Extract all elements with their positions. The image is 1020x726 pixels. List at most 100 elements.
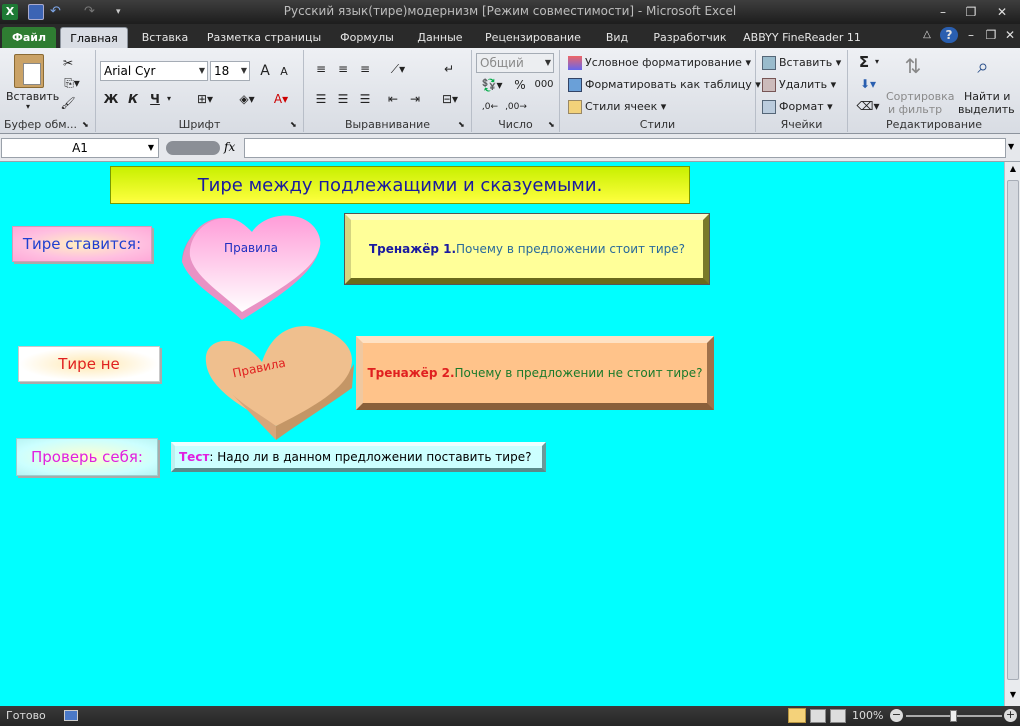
tab-review[interactable]: Рецензирование bbox=[478, 27, 588, 48]
fill-icon[interactable]: ⬇▾ bbox=[854, 75, 882, 93]
doc-close-icon[interactable]: ✕ bbox=[1002, 27, 1018, 43]
align-bottom-icon[interactable]: ≡ bbox=[356, 60, 374, 78]
conditional-formatting-button[interactable]: Условное форматирование ▾ bbox=[568, 56, 751, 70]
tab-file[interactable]: Файл bbox=[2, 27, 56, 48]
tab-view[interactable]: Вид bbox=[594, 27, 640, 48]
format-painter-icon[interactable]: 🖌 bbox=[58, 94, 78, 112]
scroll-down-icon[interactable]: ▼ bbox=[1007, 690, 1019, 702]
rule-box-2[interactable]: Тире не bbox=[18, 346, 160, 382]
help-icon[interactable]: ? bbox=[940, 27, 958, 43]
align-middle-icon[interactable]: ≡ bbox=[334, 60, 352, 78]
zoom-slider-thumb[interactable] bbox=[950, 710, 957, 722]
close-icon[interactable]: ✕ bbox=[988, 4, 1016, 20]
find-select-icon[interactable]: ⌕ bbox=[968, 54, 998, 84]
formula-bar-handle[interactable] bbox=[166, 141, 220, 155]
heart-shape-1[interactable] bbox=[180, 210, 324, 322]
increase-decimal-icon[interactable]: ,0← bbox=[478, 98, 502, 116]
doc-minimize-icon[interactable]: – bbox=[962, 27, 980, 43]
rule-box-1[interactable]: Тире ставится: bbox=[12, 226, 152, 262]
view-page-layout-icon[interactable] bbox=[810, 709, 826, 723]
minimize-ribbon-icon[interactable]: △ bbox=[918, 27, 936, 43]
cut-icon[interactable]: ✂ bbox=[58, 54, 78, 72]
align-right-icon[interactable]: ☰ bbox=[356, 90, 374, 108]
paste-arrow-icon[interactable]: ▾ bbox=[26, 102, 30, 111]
autosum-button[interactable]: Σ bbox=[854, 53, 874, 71]
zoom-out-icon[interactable]: − bbox=[890, 709, 903, 722]
tab-insert[interactable]: Вставка bbox=[134, 27, 196, 48]
number-format-combo[interactable]: Общий ▼ bbox=[476, 53, 554, 73]
borders-icon[interactable]: ⊞▾ bbox=[192, 90, 218, 108]
currency-icon[interactable]: 💱▾ bbox=[478, 76, 506, 94]
minimize-icon[interactable]: – bbox=[930, 4, 956, 20]
scroll-thumb[interactable] bbox=[1007, 180, 1019, 680]
font-name-combo[interactable]: Arial Cyr ▼ bbox=[100, 61, 208, 81]
tab-developer[interactable]: Разработчик bbox=[646, 27, 734, 48]
align-left-icon[interactable]: ☰ bbox=[312, 90, 330, 108]
bold-button[interactable]: Ж bbox=[102, 90, 120, 108]
grow-font-icon[interactable]: A bbox=[256, 62, 274, 80]
align-center-icon[interactable]: ☰ bbox=[334, 90, 352, 108]
font-color-icon[interactable]: A▾ bbox=[268, 90, 294, 108]
name-box[interactable]: A1 ▼ bbox=[1, 138, 159, 158]
scroll-up-icon[interactable]: ▲ bbox=[1007, 164, 1019, 176]
fill-color-icon[interactable]: ◈▾ bbox=[234, 90, 260, 108]
align-top-icon[interactable]: ≡ bbox=[312, 60, 330, 78]
test-button[interactable]: Тест : Надо ли в данном предложении пост… bbox=[171, 442, 546, 472]
decrease-decimal-icon[interactable]: ,00→ bbox=[504, 98, 528, 116]
worksheet[interactable]: Тире между подлежащими и сказуемыми. Тир… bbox=[0, 162, 1004, 706]
dialog-launcher-icon[interactable]: ⬊ bbox=[82, 120, 89, 129]
orientation-icon[interactable]: ⟋▾ bbox=[384, 60, 412, 78]
autosum-arrow-icon[interactable]: ▾ bbox=[872, 53, 882, 71]
tab-data[interactable]: Данные bbox=[408, 27, 472, 48]
insert-cells-button[interactable]: Вставить ▾ bbox=[762, 56, 841, 70]
restore-icon[interactable]: ❐ bbox=[958, 4, 984, 20]
tab-abbyy[interactable]: ABBYY FineReader 11 bbox=[740, 27, 864, 48]
paste-icon[interactable] bbox=[14, 54, 44, 88]
dialog-launcher-icon[interactable]: ⬊ bbox=[458, 120, 465, 129]
macro-record-icon[interactable] bbox=[64, 710, 78, 721]
view-page-break-icon[interactable] bbox=[830, 709, 846, 723]
tab-page-layout[interactable]: Разметка страницы bbox=[202, 27, 326, 48]
group-number: Общий ▼ 💱▾ % 000 ,0← ,00→ Число ⬊ bbox=[472, 50, 560, 132]
trainer-2-button[interactable]: Тренажёр 2. Почему в предложении не стои… bbox=[356, 336, 714, 410]
delete-cells-button[interactable]: Удалить ▾ bbox=[762, 78, 836, 92]
rule-box-3[interactable]: Проверь себя: bbox=[16, 438, 158, 476]
font-size-combo[interactable]: 18 ▼ bbox=[210, 61, 250, 81]
zoom-level[interactable]: 100% bbox=[852, 709, 883, 722]
paste-button[interactable]: Вставить bbox=[6, 90, 59, 103]
format-as-table-button[interactable]: Форматировать как таблицу ▾ bbox=[568, 78, 761, 92]
trainer-1-button[interactable]: Тренажёр 1. Почему в предложении стоит т… bbox=[344, 213, 710, 285]
decrease-indent-icon[interactable]: ⇤ bbox=[384, 90, 402, 108]
underline-button[interactable]: Ч bbox=[146, 90, 164, 108]
vertical-scrollbar[interactable]: ▲ ▼ bbox=[1004, 162, 1020, 706]
title-banner[interactable]: Тире между подлежащими и сказуемыми. bbox=[110, 166, 690, 204]
doc-restore-icon[interactable]: ❐ bbox=[982, 27, 1000, 43]
formula-input[interactable] bbox=[244, 138, 1006, 158]
heart-1-label[interactable]: Правила bbox=[216, 240, 286, 256]
insert-cells-icon bbox=[762, 56, 776, 70]
heart-shape-2[interactable] bbox=[202, 324, 356, 442]
italic-button[interactable]: К bbox=[124, 90, 142, 108]
cell-styles-button[interactable]: Стили ячеек ▾ bbox=[568, 100, 666, 114]
clear-icon[interactable]: ⌫▾ bbox=[854, 97, 882, 115]
thousands-button[interactable]: 000 bbox=[532, 76, 556, 94]
copy-icon[interactable]: ⎘▾ bbox=[58, 74, 86, 92]
merge-center-icon[interactable]: ⊟▾ bbox=[436, 90, 464, 108]
format-cells-button[interactable]: Формат ▾ bbox=[762, 100, 833, 114]
sort-filter-button[interactable]: Сортировка bbox=[886, 90, 955, 103]
tab-home[interactable]: Главная bbox=[60, 27, 128, 48]
zoom-in-icon[interactable]: + bbox=[1004, 709, 1017, 722]
dialog-launcher-icon[interactable]: ⬊ bbox=[548, 120, 555, 129]
shrink-font-icon[interactable]: A bbox=[276, 63, 292, 81]
dialog-launcher-icon[interactable]: ⬊ bbox=[290, 120, 297, 129]
fx-icon[interactable]: fx bbox=[224, 140, 235, 154]
tab-formulas[interactable]: Формулы bbox=[332, 27, 402, 48]
sort-filter-icon[interactable]: ⇅ bbox=[898, 54, 928, 84]
expand-formula-icon[interactable]: ▼ bbox=[1008, 142, 1014, 151]
find-select-button[interactable]: Найти и bbox=[964, 90, 1010, 103]
increase-indent-icon[interactable]: ⇥ bbox=[406, 90, 424, 108]
view-normal-icon[interactable] bbox=[788, 708, 806, 723]
percent-button[interactable]: % bbox=[512, 76, 528, 94]
wrap-text-icon[interactable]: ↵ bbox=[440, 60, 458, 78]
underline-arrow-icon[interactable]: ▾ bbox=[164, 90, 174, 108]
